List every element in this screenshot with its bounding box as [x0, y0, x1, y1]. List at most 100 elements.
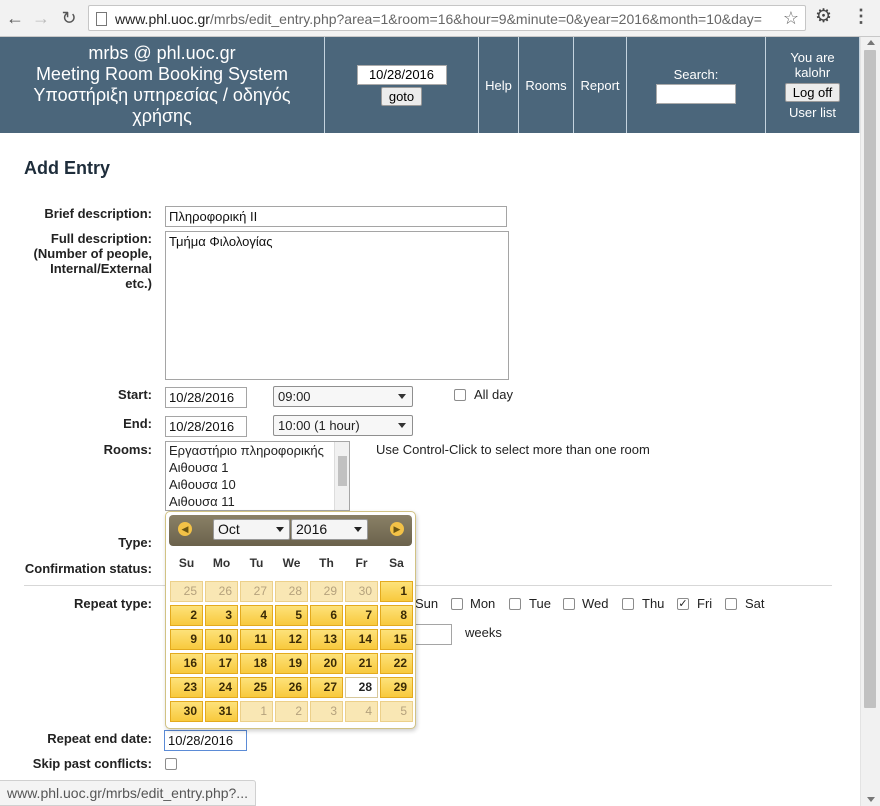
calendar-day[interactable]: 8 — [380, 605, 413, 626]
search-label: Search: — [673, 66, 719, 82]
year-select[interactable]: 2016 — [291, 519, 368, 540]
company-title[interactable]: mrbs @ phl.uoc.gr Meeting Room Booking S… — [0, 37, 325, 133]
day-of-week-label: Th — [319, 556, 334, 570]
calendar-day[interactable]: 26 — [275, 677, 308, 698]
calendar-day[interactable]: 4 — [240, 605, 273, 626]
weekday-label-fri: Fri — [697, 596, 713, 611]
calendar-day[interactable]: 10 — [205, 629, 238, 650]
prev-month-icon[interactable]: ◀ — [178, 522, 192, 536]
start-time-select[interactable]: 09:00 — [273, 386, 413, 407]
label-line: Internal/External — [50, 261, 152, 276]
goto-button[interactable]: goto — [380, 86, 423, 106]
room-option[interactable]: Αιθουσα 10 — [166, 476, 349, 493]
repeat-end-date-label: Repeat end date: — [47, 731, 152, 746]
calendar-day[interactable]: 22 — [380, 653, 413, 674]
back-arrow-icon[interactable]: ← — [3, 6, 27, 30]
help-link[interactable]: Help — [479, 37, 519, 133]
search-input[interactable] — [656, 83, 736, 104]
rooms-listbox[interactable]: Εργαστήριο πληροφορικής Αιθουσα 1 Αιθουσ… — [165, 441, 350, 511]
all-day-checkbox[interactable] — [454, 389, 466, 401]
calendar-day[interactable]: 25 — [240, 677, 273, 698]
calendar-day[interactable]: 11 — [240, 629, 273, 650]
calendar-day[interactable]: 3 — [205, 605, 238, 626]
repeat-type-label: Repeat type: — [73, 596, 152, 611]
report-link[interactable]: Report — [574, 37, 627, 133]
menu-dots-icon[interactable]: ⋮ — [852, 6, 870, 27]
calendar-day[interactable]: 12 — [275, 629, 308, 650]
end-date-input[interactable] — [165, 416, 247, 437]
calendar-day[interactable]: 24 — [205, 677, 238, 698]
rooms-label: Rooms: — [103, 442, 152, 457]
weekday-checkbox-tue[interactable] — [509, 598, 521, 610]
rooms-link[interactable]: Rooms — [519, 37, 574, 133]
end-time-select[interactable]: 10:00 (1 hour) — [273, 415, 413, 436]
calendar-day[interactable]: 29 — [380, 677, 413, 698]
weekday-checkbox-sat[interactable] — [725, 598, 737, 610]
calendar-day[interactable]: 30 — [170, 701, 203, 722]
bookmark-star-icon[interactable]: ☆ — [783, 8, 799, 29]
title-line[interactable]: Υποστήριξη υπηρεσίας / οδηγός — [33, 85, 290, 106]
skip-past-conflicts-checkbox[interactable] — [165, 758, 177, 770]
repeat-end-date-input[interactable] — [164, 730, 247, 751]
page-scrollbar[interactable] — [860, 37, 880, 806]
room-option[interactable]: Εργαστήριο πληροφορικής — [166, 442, 349, 459]
page-title: Add Entry — [24, 158, 111, 178]
calendar-day[interactable]: 9 — [170, 629, 203, 650]
next-month-icon[interactable]: ▶ — [390, 522, 404, 536]
forward-arrow-icon[interactable]: → — [29, 6, 53, 30]
confirmation-status-label: Confirmation status: — [24, 561, 152, 576]
user-list-link[interactable]: User list — [789, 105, 836, 120]
calendar-day[interactable]: 5 — [275, 605, 308, 626]
address-bar[interactable]: www.phl.uoc.gr/mrbs/edit_entry.php?area=… — [88, 5, 806, 31]
rooms-scroll-thumb[interactable] — [338, 456, 347, 486]
day-of-week-label: Sa — [389, 556, 404, 570]
calendar-day[interactable]: 7 — [345, 605, 378, 626]
weekday-checkbox-mon[interactable] — [451, 598, 463, 610]
extension-gear-icon[interactable]: ⚙ — [815, 5, 832, 28]
title-line[interactable]: χρήσης — [132, 106, 192, 127]
calendar-day[interactable]: 1 — [380, 581, 413, 602]
calendar-day[interactable]: 20 — [310, 653, 343, 674]
title-line[interactable]: Meeting Room Booking System — [36, 64, 288, 85]
calendar-day[interactable]: 18 — [240, 653, 273, 674]
search-form: Search: — [627, 37, 766, 133]
calendar-day[interactable]: 28 — [345, 677, 378, 698]
username[interactable]: kalohr — [795, 65, 830, 80]
rooms-scrollbar[interactable] — [334, 442, 349, 510]
calendar-day[interactable]: 14 — [345, 629, 378, 650]
calendar-day[interactable]: 31 — [205, 701, 238, 722]
weekday-checkbox-fri[interactable]: ✓ — [677, 598, 689, 610]
calendar-day[interactable]: 2 — [170, 605, 203, 626]
full-description-textarea[interactable]: Τμήμα Φιλολογίας — [165, 231, 509, 380]
repeat-weeks-input[interactable] — [412, 624, 452, 645]
url-text[interactable]: www.phl.uoc.gr/mrbs/edit_entry.php?area=… — [115, 10, 775, 28]
weekday-checkbox-wed[interactable] — [563, 598, 575, 610]
scroll-up-icon[interactable] — [867, 40, 875, 45]
calendar-day[interactable]: 13 — [310, 629, 343, 650]
page-scroll-thumb[interactable] — [864, 50, 876, 708]
room-option[interactable]: Αιθουσα 1 — [166, 459, 349, 476]
scroll-down-icon[interactable] — [867, 797, 875, 802]
end-label: End: — [123, 416, 152, 431]
calendar-day[interactable]: 6 — [310, 605, 343, 626]
reload-icon[interactable]: ↻ — [57, 6, 81, 30]
goto-date-input[interactable] — [356, 64, 447, 85]
title-line[interactable]: mrbs @ phl.uoc.gr — [88, 43, 235, 64]
month-select[interactable]: Oct — [213, 519, 290, 540]
day-of-week-label: Fr — [355, 556, 368, 570]
start-date-input[interactable] — [165, 387, 247, 408]
chevron-down-icon — [354, 527, 362, 532]
weekday-checkbox-thu[interactable] — [622, 598, 634, 610]
calendar-day[interactable]: 17 — [205, 653, 238, 674]
brief-description-input[interactable] — [165, 206, 507, 227]
room-option[interactable]: Αιθουσα 11 — [166, 493, 349, 510]
calendar-day[interactable]: 23 — [170, 677, 203, 698]
calendar-day[interactable]: 16 — [170, 653, 203, 674]
calendar-day[interactable]: 19 — [275, 653, 308, 674]
logoff-button[interactable]: Log off — [784, 83, 841, 102]
banner: mrbs @ phl.uoc.gr Meeting Room Booking S… — [0, 37, 860, 133]
calendar-day[interactable]: 27 — [310, 677, 343, 698]
calendar-day[interactable]: 21 — [345, 653, 378, 674]
calendar-day[interactable]: 15 — [380, 629, 413, 650]
weeks-label: weeks — [465, 625, 502, 640]
